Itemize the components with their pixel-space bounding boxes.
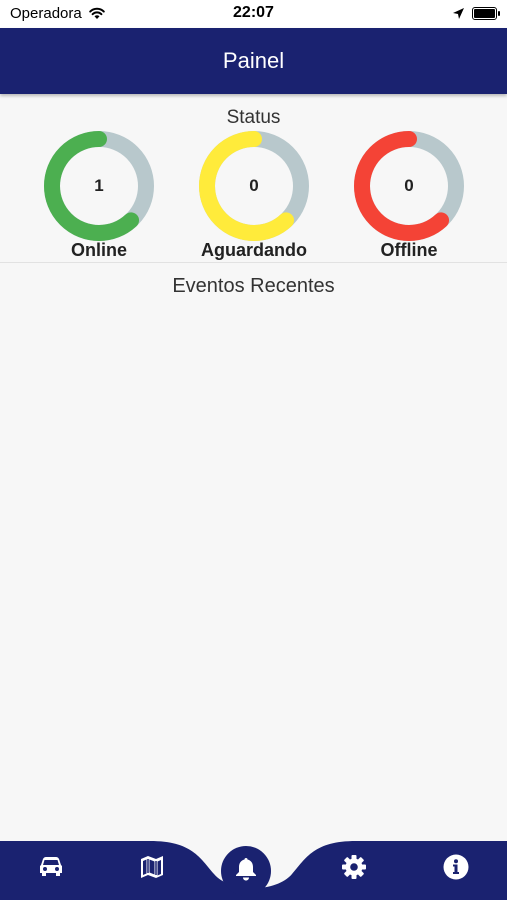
nav-map[interactable] — [132, 854, 172, 884]
gear-icon — [341, 854, 367, 885]
status-bar: Operadora 22:07 — [0, 0, 507, 28]
map-icon — [140, 855, 164, 884]
gauge-online[interactable]: 1 — [43, 130, 155, 242]
clock-time: 22:07 — [233, 4, 274, 21]
location-arrow-icon — [452, 7, 465, 25]
bell-icon — [235, 857, 257, 886]
battery-icon — [472, 7, 500, 20]
nav-vehicles[interactable] — [31, 854, 71, 884]
gauge-aguardando[interactable]: 0 — [198, 130, 310, 242]
recent-events-list[interactable] — [0, 305, 507, 835]
gauge-value: 0 — [249, 176, 259, 195]
screen: Operadora 22:07 Painel Status 1 Online 0… — [0, 0, 507, 900]
car-icon — [38, 856, 64, 883]
info-icon — [443, 854, 469, 885]
nav-settings[interactable] — [334, 854, 374, 884]
gauge-offline[interactable]: 0 — [353, 130, 465, 242]
gauge-value: 0 — [404, 176, 414, 195]
recent-events-title: Eventos Recentes — [172, 275, 335, 297]
gauge-label-aguardando: Aguardando — [201, 240, 307, 260]
status-section-title: Status — [226, 107, 281, 128]
nav-info[interactable] — [436, 854, 476, 884]
gauge-value: 1 — [94, 176, 104, 195]
app-bar: Painel — [0, 28, 507, 94]
page-title: Painel — [222, 48, 285, 73]
nav-events[interactable] — [221, 846, 271, 896]
gauge-label-offline: Offline — [380, 240, 438, 260]
battery-fill — [474, 9, 495, 18]
section-divider — [0, 262, 507, 263]
gauge-label-online: Online — [70, 240, 127, 260]
bottom-navigation — [0, 838, 507, 900]
